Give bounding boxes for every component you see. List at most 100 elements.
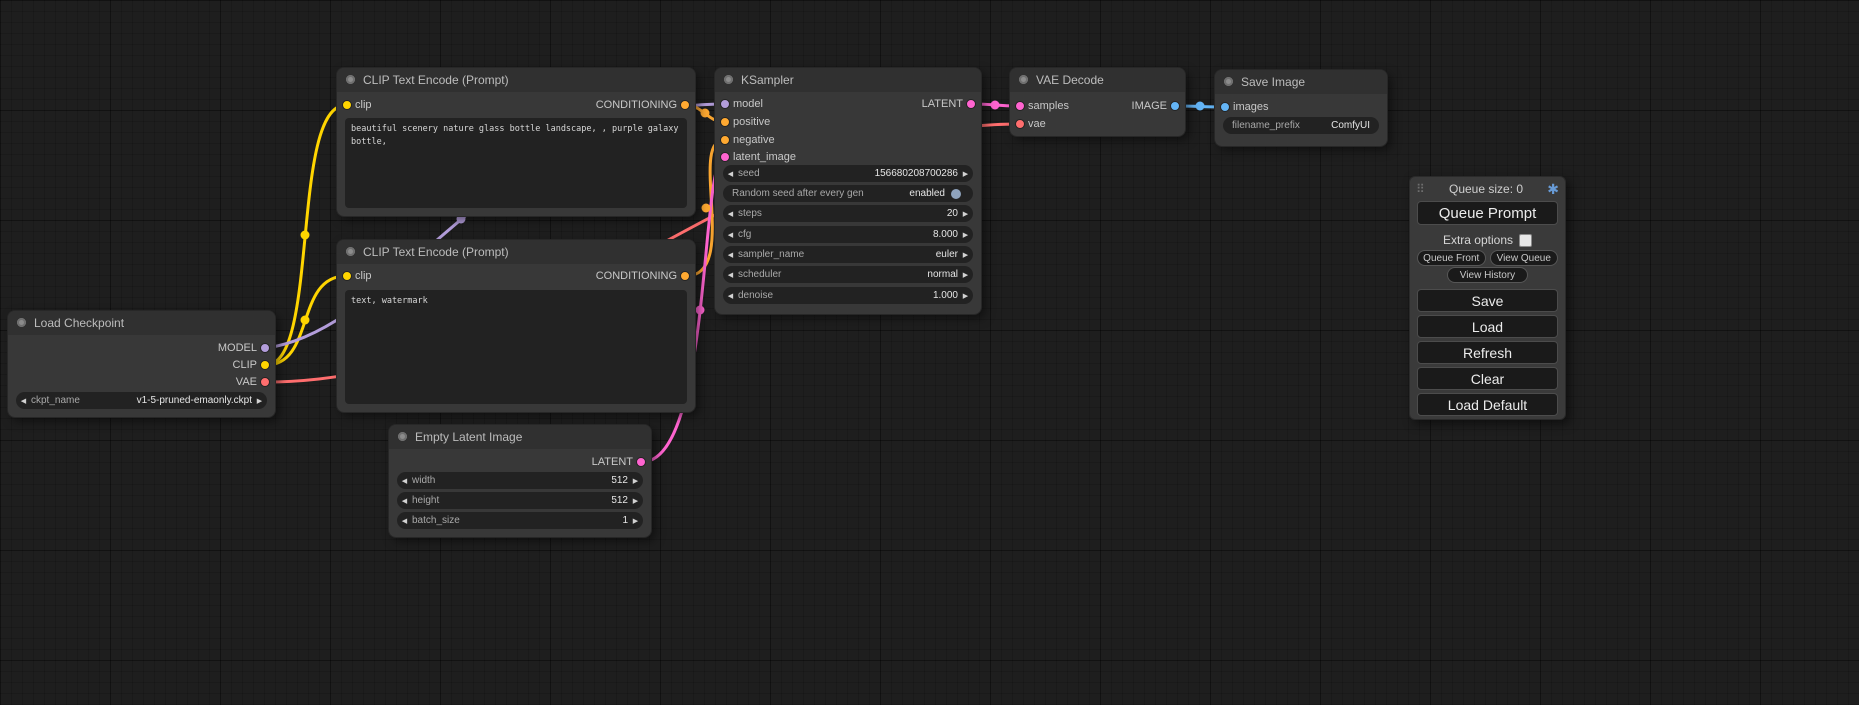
wire-midpoint-dot <box>991 101 1000 110</box>
node-title-bar[interactable]: CLIP Text Encode (Prompt) <box>337 240 695 264</box>
node-title: Load Checkpoint <box>34 316 124 330</box>
refresh-button[interactable]: Refresh <box>1417 341 1558 364</box>
width-widget[interactable]: ◀ width 512 ▶ <box>397 472 643 489</box>
decrement-arrow-icon[interactable]: ◀ <box>397 517 412 525</box>
input-label-positive: positive <box>733 114 770 130</box>
node-title-bar[interactable]: Load Checkpoint <box>8 311 275 335</box>
node-collapse-dot[interactable] <box>346 75 355 84</box>
decrement-arrow-icon[interactable]: ◀ <box>16 397 31 405</box>
widget-label: Random seed after every gen <box>732 188 864 199</box>
output-dot-latent[interactable] <box>636 457 646 467</box>
ckpt-name-widget[interactable]: ◀ ckpt_name v1-5-pruned-emaonly.ckpt ▶ <box>16 392 267 409</box>
increment-arrow-icon[interactable]: ▶ <box>958 251 973 259</box>
steps-widget[interactable]: ◀ steps 20 ▶ <box>723 205 973 222</box>
widget-label: batch_size <box>412 515 460 526</box>
increment-arrow-icon[interactable]: ▶ <box>958 170 973 178</box>
output-dot-conditioning[interactable] <box>680 100 690 110</box>
output-dot-vae[interactable] <box>260 377 270 387</box>
increment-arrow-icon[interactable]: ▶ <box>958 271 973 279</box>
load-default-button[interactable]: Load Default <box>1417 393 1558 416</box>
output-dot-conditioning[interactable] <box>680 271 690 281</box>
increment-arrow-icon[interactable]: ▶ <box>628 477 643 485</box>
increment-arrow-icon[interactable]: ▶ <box>252 397 267 405</box>
input-dot-clip[interactable] <box>342 100 352 110</box>
output-dot-clip[interactable] <box>260 360 270 370</box>
extra-options-checkbox[interactable] <box>1519 234 1532 247</box>
node-title-bar[interactable]: KSampler <box>715 68 981 92</box>
output-label-image: IMAGE <box>1132 98 1167 114</box>
view-history-button[interactable]: View History <box>1447 267 1528 283</box>
node-save-image[interactable]: Save Image images filename_prefix ComfyU… <box>1215 70 1387 146</box>
node-title-bar[interactable]: CLIP Text Encode (Prompt) <box>337 68 695 92</box>
output-dot-latent[interactable] <box>966 99 976 109</box>
node-collapse-dot[interactable] <box>1019 75 1028 84</box>
node-title: CLIP Text Encode (Prompt) <box>363 245 509 259</box>
increment-arrow-icon[interactable]: ▶ <box>958 231 973 239</box>
save-button[interactable]: Save <box>1417 289 1558 312</box>
decrement-arrow-icon[interactable]: ◀ <box>723 210 738 218</box>
node-title-bar[interactable]: Save Image <box>1215 70 1387 94</box>
node-title-bar[interactable]: Empty Latent Image <box>389 425 651 449</box>
toggle-knob-icon[interactable] <box>951 189 961 199</box>
decrement-arrow-icon[interactable]: ◀ <box>397 477 412 485</box>
cfg-widget[interactable]: ◀ cfg 8.000 ▶ <box>723 226 973 243</box>
node-title-bar[interactable]: VAE Decode <box>1010 68 1185 92</box>
decrement-arrow-icon[interactable]: ◀ <box>723 271 738 279</box>
decrement-arrow-icon[interactable]: ◀ <box>723 251 738 259</box>
scheduler-widget[interactable]: ◀ scheduler normal ▶ <box>723 266 973 283</box>
sampler-name-widget[interactable]: ◀ sampler_name euler ▶ <box>723 246 973 263</box>
input-dot-clip[interactable] <box>342 271 352 281</box>
widget-value: normal <box>927 269 958 280</box>
increment-arrow-icon[interactable]: ▶ <box>958 292 973 300</box>
output-dot-image[interactable] <box>1170 101 1180 111</box>
node-collapse-dot[interactable] <box>346 247 355 256</box>
decrement-arrow-icon[interactable]: ◀ <box>723 231 738 239</box>
node-clip-text-encode-positive[interactable]: CLIP Text Encode (Prompt) clip CONDITION… <box>337 68 695 216</box>
queue-prompt-button[interactable]: Queue Prompt <box>1417 201 1558 225</box>
node-load-checkpoint[interactable]: Load Checkpoint MODEL CLIP VAE ◀ ckpt_na… <box>8 311 275 417</box>
input-dot-negative[interactable] <box>720 135 730 145</box>
increment-arrow-icon[interactable]: ▶ <box>958 210 973 218</box>
prompt-textarea[interactable]: text, watermark <box>345 290 687 404</box>
node-title: Save Image <box>1241 75 1305 89</box>
denoise-widget[interactable]: ◀ denoise 1.000 ▶ <box>723 287 973 304</box>
drag-handle-icon[interactable]: ⠿ <box>1416 182 1425 196</box>
node-clip-text-encode-negative[interactable]: CLIP Text Encode (Prompt) clip CONDITION… <box>337 240 695 412</box>
prompt-textarea[interactable]: beautiful scenery nature glass bottle la… <box>345 118 687 208</box>
input-dot-images[interactable] <box>1220 102 1230 112</box>
node-collapse-dot[interactable] <box>1224 77 1233 86</box>
output-dot-model[interactable] <box>260 343 270 353</box>
node-graph-canvas[interactable]: Load Checkpoint MODEL CLIP VAE ◀ ckpt_na… <box>0 0 1859 705</box>
node-ksampler[interactable]: KSampler model positive negative latent_… <box>715 68 981 314</box>
load-button[interactable]: Load <box>1417 315 1558 338</box>
increment-arrow-icon[interactable]: ▶ <box>628 497 643 505</box>
input-dot-latent-image[interactable] <box>720 152 730 162</box>
settings-gear-icon[interactable]: ✱ <box>1547 181 1559 198</box>
node-empty-latent-image[interactable]: Empty Latent Image LATENT ◀ width 512 ▶ … <box>389 425 651 537</box>
clear-button[interactable]: Clear <box>1417 367 1558 390</box>
widget-label: scheduler <box>738 269 781 280</box>
view-history-row: View History <box>1417 267 1558 283</box>
node-collapse-dot[interactable] <box>724 75 733 84</box>
wire-clip-to-positive-prompt <box>266 105 346 365</box>
output-label-vae: VAE <box>236 374 257 390</box>
random-seed-toggle-widget[interactable]: Random seed after every gen enabled <box>723 185 973 202</box>
node-collapse-dot[interactable] <box>17 318 26 327</box>
seed-widget[interactable]: ◀ seed 156680208700286 ▶ <box>723 165 973 182</box>
decrement-arrow-icon[interactable]: ◀ <box>723 170 738 178</box>
input-dot-positive[interactable] <box>720 117 730 127</box>
batch-size-widget[interactable]: ◀ batch_size 1 ▶ <box>397 512 643 529</box>
increment-arrow-icon[interactable]: ▶ <box>628 517 643 525</box>
input-dot-vae[interactable] <box>1015 119 1025 129</box>
queue-size-label: Queue size: 0 <box>1425 182 1547 196</box>
decrement-arrow-icon[interactable]: ◀ <box>723 292 738 300</box>
filename-prefix-widget[interactable]: filename_prefix ComfyUI <box>1223 117 1379 134</box>
input-dot-model[interactable] <box>720 99 730 109</box>
height-widget[interactable]: ◀ height 512 ▶ <box>397 492 643 509</box>
view-queue-button[interactable]: View Queue <box>1490 250 1559 266</box>
node-collapse-dot[interactable] <box>398 432 407 441</box>
queue-front-button[interactable]: Queue Front <box>1417 250 1486 266</box>
input-dot-samples[interactable] <box>1015 101 1025 111</box>
decrement-arrow-icon[interactable]: ◀ <box>397 497 412 505</box>
node-vae-decode[interactable]: VAE Decode samples vae IMAGE <box>1010 68 1185 136</box>
